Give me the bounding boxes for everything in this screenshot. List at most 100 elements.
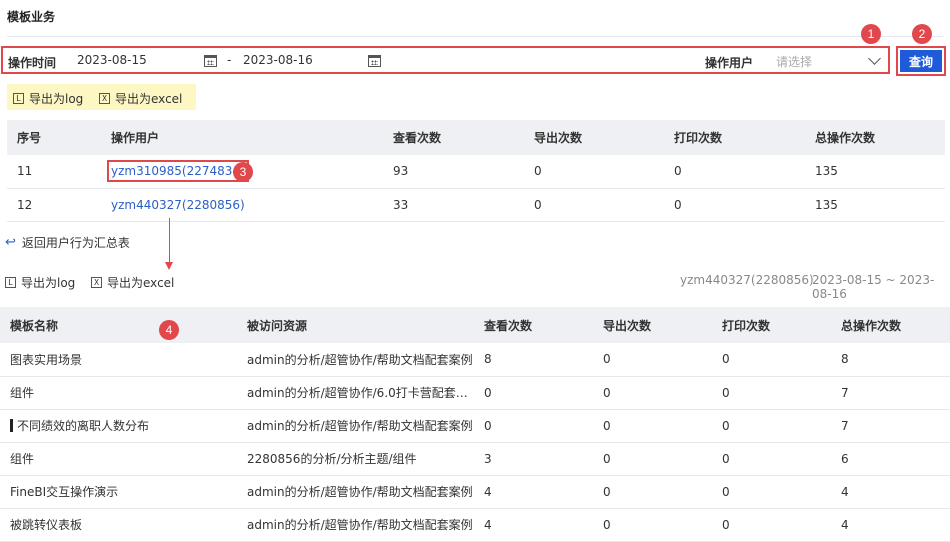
log-file-icon: L <box>5 277 16 288</box>
cell-views: 0 <box>474 376 593 410</box>
marker-3: 3 <box>233 162 253 182</box>
table-row: FineBI交互操作演示 admin的分析/超管协作/帮助文档配套案例 4 0 … <box>0 475 950 509</box>
page-title: 模板业务 <box>7 10 56 24</box>
excel-file-icon: X <box>99 93 110 104</box>
export-excel-label: 导出为excel <box>115 92 183 106</box>
col-header: 导出次数 <box>524 120 664 155</box>
col-header: 查看次数 <box>474 307 593 343</box>
back-label: 返回用户行为汇总表 <box>21 236 130 250</box>
col-header: 打印次数 <box>664 120 805 155</box>
table-header-row: 模板名称 被访问资源 查看次数 导出次数 打印次数 总操作次数 <box>0 307 950 343</box>
time-label: 操作时间 <box>8 56 57 70</box>
query-button[interactable]: 查询 <box>900 50 942 72</box>
table-row: 组件 2280856的分析/分析主题/组件 3 0 0 6 <box>0 442 950 476</box>
col-header: 总操作次数 <box>831 307 950 343</box>
cell-prints: 0 <box>712 409 831 443</box>
detail-user: yzm440327(2280856) <box>680 273 814 287</box>
cell-user: yzm440327(2280856) <box>101 188 383 222</box>
col-header: 导出次数 <box>593 307 712 343</box>
annotation-arrow <box>169 218 170 264</box>
cell-index: 12 <box>7 188 101 222</box>
end-date-input[interactable]: 2023-08-16 <box>243 53 313 67</box>
export-excel-button[interactable]: X 导出为excel <box>91 274 174 291</box>
excel-file-icon: X <box>91 277 102 288</box>
start-date-input[interactable]: 2023-08-15 <box>77 53 147 67</box>
table-row: 图表实用场景 admin的分析/超管协作/帮助文档配套案例 8 0 0 8 <box>0 343 950 377</box>
export-excel-button[interactable]: X 导出为excel <box>99 90 182 107</box>
col-header: 总操作次数 <box>805 120 945 155</box>
cell-total: 135 <box>805 188 945 222</box>
title-divider <box>7 36 943 37</box>
user-label: 操作用户 <box>705 56 754 70</box>
export-bar-detail: L 导出为log X 导出为excel yzm440327(2280856) 2… <box>0 268 950 301</box>
cell-prints: 0 <box>664 188 805 222</box>
back-to-summary-link[interactable]: ↩ 返回用户行为汇总表 <box>5 234 130 251</box>
col-header: 打印次数 <box>712 307 831 343</box>
template-name: 不同绩效的离职人数分布 <box>17 419 150 433</box>
user-link[interactable]: yzm440327(2280856) <box>111 198 245 212</box>
cell-resource: admin的分析/超管协作/帮助文档配套案例 <box>237 475 474 509</box>
marker-2: 2 <box>912 24 932 44</box>
chevron-down-icon[interactable] <box>868 52 881 65</box>
col-header: 模板名称 <box>0 307 237 343</box>
col-header: 序号 <box>7 120 101 155</box>
cell-template: 不同绩效的离职人数分布 <box>0 409 237 443</box>
cell-total: 4 <box>831 475 950 509</box>
calendar-icon[interactable] <box>368 55 381 67</box>
detail-table: 模板名称 被访问资源 查看次数 导出次数 打印次数 总操作次数 图表实用场景 a… <box>0 307 950 542</box>
export-log-button[interactable]: L 导出为log <box>13 90 83 107</box>
cell-template: 组件 <box>0 442 237 476</box>
table-row: 11 yzm310985(2274834) 93 0 0 135 <box>7 155 945 189</box>
log-file-icon: L <box>13 93 24 104</box>
cell-prints: 0 <box>712 475 831 509</box>
cell-index: 11 <box>7 155 101 189</box>
cell-exports: 0 <box>593 508 712 542</box>
cell-resource: admin的分析/超管协作/6.0打卡营配套习题 <box>237 376 474 410</box>
col-header: 查看次数 <box>383 120 524 155</box>
user-select[interactable]: 请选择 <box>776 53 812 70</box>
cell-template: FineBI交互操作演示 <box>0 475 237 509</box>
return-arrow-icon: ↩ <box>5 235 16 250</box>
cell-template: 被跳转仪表板 <box>0 508 237 542</box>
cell-views: 4 <box>474 475 593 509</box>
cell-exports: 0 <box>524 188 664 222</box>
table-row: 被跳转仪表板 admin的分析/超管协作/帮助文档配套案例 4 0 0 4 <box>0 508 950 542</box>
cell-total: 6 <box>831 442 950 476</box>
export-log-label: 导出为log <box>21 276 76 290</box>
cell-prints: 0 <box>712 376 831 410</box>
filter-bar: 操作时间 2023-08-15 - 2023-08-16 操作用户 请选择 <box>1 46 890 74</box>
cell-exports: 0 <box>593 475 712 509</box>
user-link[interactable]: yzm310985(2274834) <box>107 160 249 183</box>
marker-4: 4 <box>159 320 179 340</box>
cell-total: 4 <box>831 508 950 542</box>
cell-exports: 0 <box>593 343 712 377</box>
cell-template: 组件 <box>0 376 237 410</box>
col-header: 被访问资源 <box>237 307 474 343</box>
col-header: 操作用户 <box>101 120 383 155</box>
cell-prints: 0 <box>712 508 831 542</box>
export-bar-summary: L 导出为log X 导出为excel <box>7 84 196 110</box>
cell-exports: 0 <box>593 376 712 410</box>
table-header-row: 序号 操作用户 查看次数 导出次数 打印次数 总操作次数 <box>7 120 945 155</box>
cell-prints: 0 <box>712 343 831 377</box>
cell-views: 93 <box>383 155 524 189</box>
query-button-highlight: 查询 <box>896 46 946 76</box>
cell-views: 8 <box>474 343 593 377</box>
calendar-icon[interactable] <box>204 55 217 67</box>
cell-resource: admin的分析/超管协作/帮助文档配套案例 <box>237 508 474 542</box>
cell-views: 4 <box>474 508 593 542</box>
cell-views: 0 <box>474 409 593 443</box>
text-cursor-mark <box>10 419 13 432</box>
export-excel-label: 导出为excel <box>107 276 175 290</box>
cell-exports: 0 <box>593 442 712 476</box>
cell-total: 7 <box>831 409 950 443</box>
cell-total: 135 <box>805 155 945 189</box>
cell-resource: 2280856的分析/分析主题/组件 <box>237 442 474 476</box>
cell-exports: 0 <box>524 155 664 189</box>
export-log-button[interactable]: L 导出为log <box>5 274 75 291</box>
cell-prints: 0 <box>664 155 805 189</box>
marker-1: 1 <box>861 24 881 44</box>
table-row: 组件 admin的分析/超管协作/6.0打卡营配套习题 0 0 0 7 <box>0 376 950 410</box>
cell-total: 8 <box>831 343 950 377</box>
detail-date-range: 2023-08-15 ~ 2023-08-16 <box>812 273 935 301</box>
